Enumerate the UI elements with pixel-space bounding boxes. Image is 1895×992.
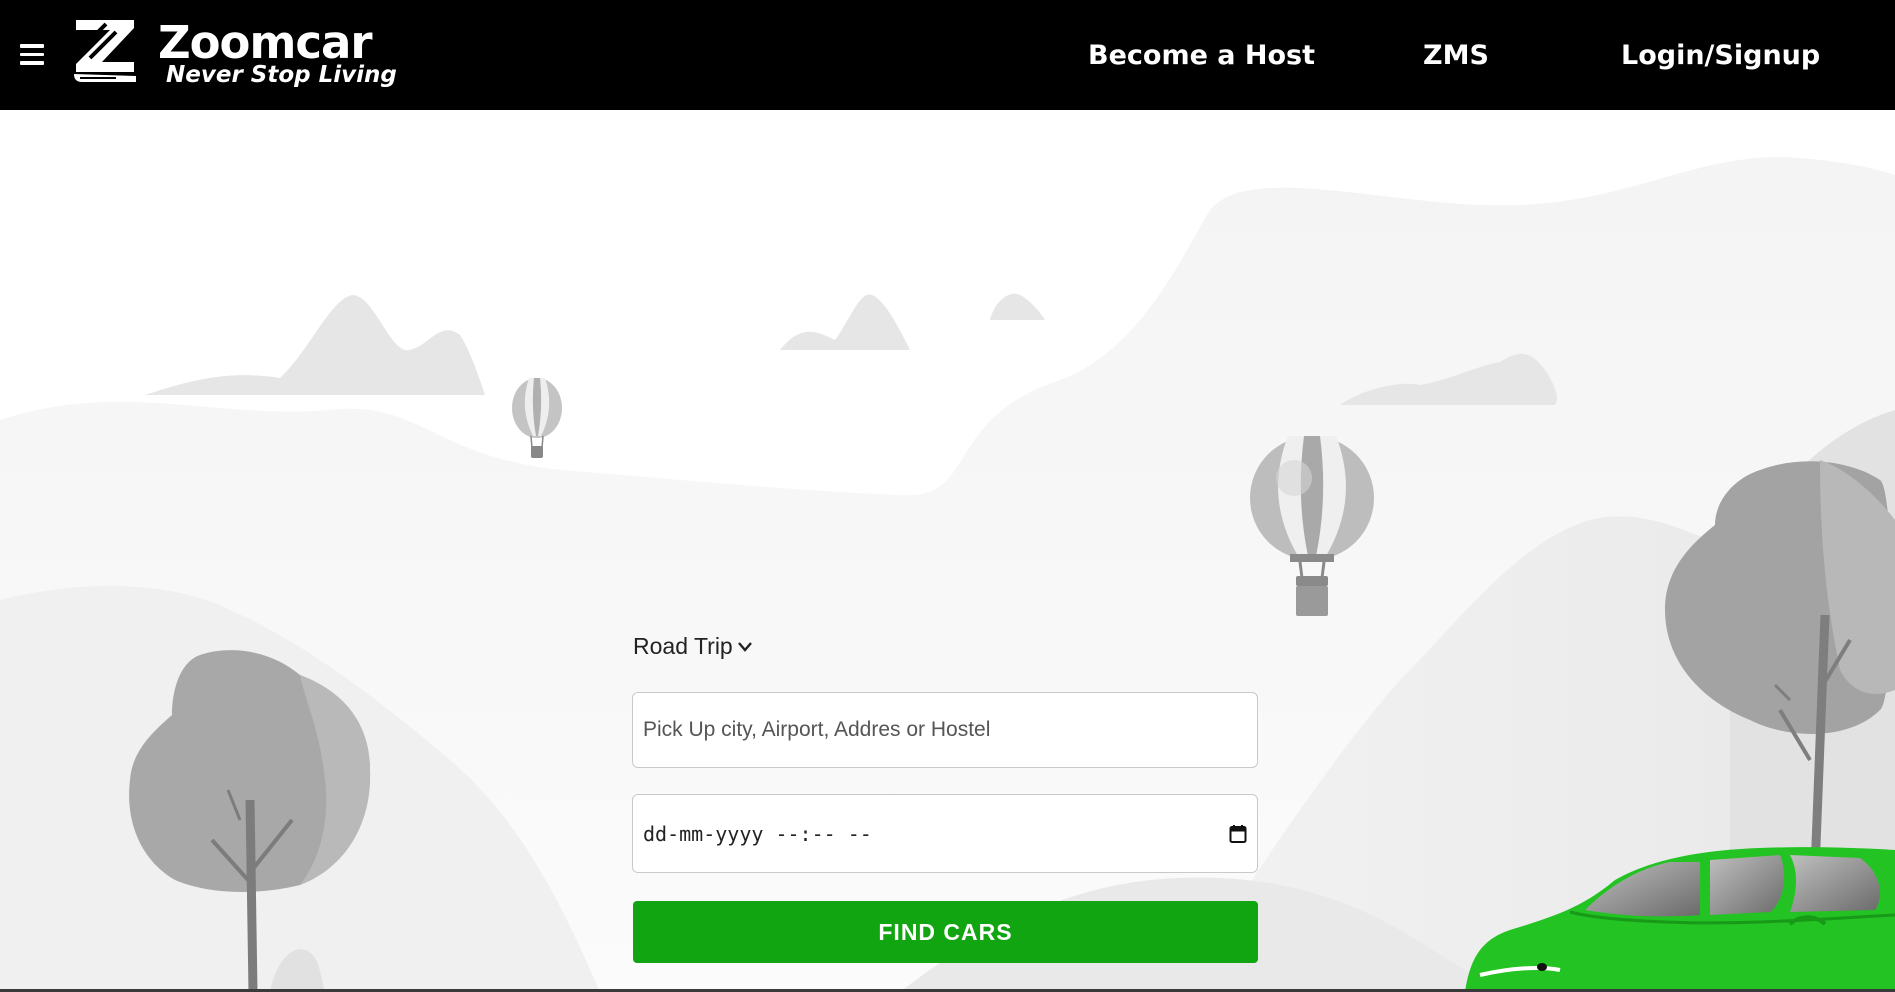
logo-tagline: Never Stop Living [166, 62, 397, 88]
top-navbar: Zoomcar Never Stop Living Become a Host … [0, 0, 1895, 110]
trip-type-label: Road Trip [633, 633, 733, 659]
nav-become-a-host[interactable]: Become a Host [1088, 38, 1315, 74]
pickup-datetime-input[interactable]: dd-mm-yyyy --:-- -- [632, 794, 1258, 873]
pickup-placeholder: Pick Up city, Airport, Addres or Hostel [643, 718, 991, 741]
small-balloon-icon [512, 378, 562, 458]
zoomcar-logo[interactable]: Zoomcar Never Stop Living [72, 18, 397, 90]
calendar-icon[interactable] [1229, 824, 1247, 844]
chevron-down-icon [737, 641, 752, 652]
find-cars-button[interactable]: FIND CARS [633, 901, 1258, 963]
nav-zms[interactable]: ZMS [1423, 38, 1489, 74]
datetime-value: dd-mm-yyyy --:-- -- [643, 821, 872, 846]
trip-type-dropdown[interactable]: Road Trip [633, 633, 753, 660]
hamburger-menu-icon[interactable] [20, 44, 44, 65]
zoomcar-z-logo [74, 20, 136, 82]
nav-login-signup[interactable]: Login/Signup [1621, 38, 1820, 74]
pickup-location-input[interactable]: Pick Up city, Airport, Addres or Hostel [632, 692, 1258, 768]
